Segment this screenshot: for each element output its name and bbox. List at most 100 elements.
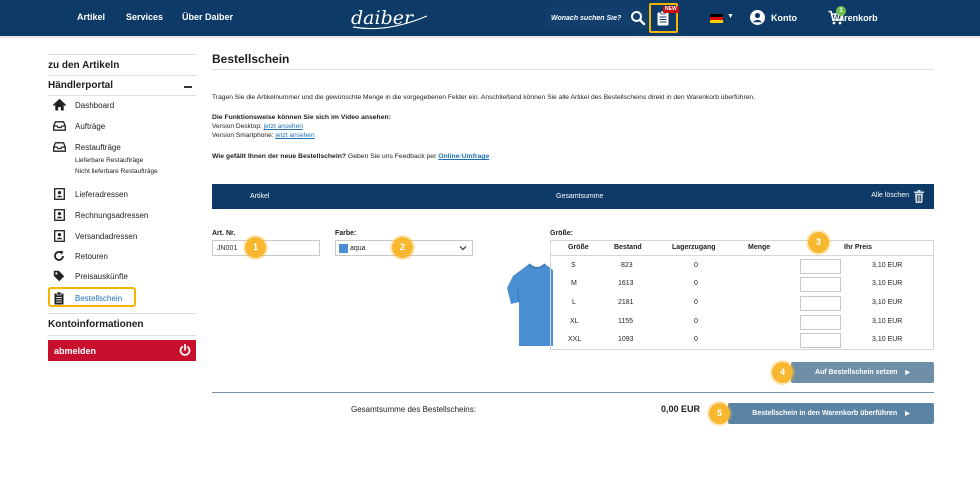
transfer-to-cart-button[interactable]: Bestellschein in den Warenkorb überführe… xyxy=(728,403,934,424)
header-total: Gesamtsumme xyxy=(556,193,604,200)
collapse-icon[interactable] xyxy=(184,86,192,88)
new-badge: NEW xyxy=(663,6,679,13)
search-box xyxy=(545,7,648,29)
size-table: Größe Bestand Lagerzugang Menge Ihr Prei… xyxy=(550,240,934,350)
col-size: Größe xyxy=(568,244,589,251)
step-badge-4: 4 xyxy=(772,362,793,383)
sidebar-item-auftraege[interactable]: Aufträge xyxy=(52,120,105,132)
step-badge-1: 1 xyxy=(245,237,266,258)
sidebar-divider xyxy=(48,313,196,314)
nav-services[interactable]: Services xyxy=(126,12,163,22)
return-icon xyxy=(54,250,64,261)
search-icon[interactable] xyxy=(630,10,646,26)
account-button[interactable]: Konto xyxy=(750,10,797,25)
step-badge-2: 2 xyxy=(392,237,413,258)
account-label: Konto xyxy=(771,12,797,23)
header-article: Artikel xyxy=(250,193,270,200)
video-phone-link[interactable]: jetzt ansehen xyxy=(275,132,314,139)
table-row: XXL 1093 0 3,10 EUR xyxy=(551,332,933,351)
sidebar-item-rechnungsadressen[interactable]: Rechnungsadressen xyxy=(52,209,148,221)
contact-card-icon xyxy=(53,188,65,200)
search-input[interactable] xyxy=(545,14,625,22)
german-flag-icon[interactable] xyxy=(710,14,723,23)
delete-all-button[interactable]: Alle löschen xyxy=(871,192,909,199)
intro-text: Tragen Sie die Artikelnummer und die gew… xyxy=(212,94,755,101)
video-heading: Die Funktionsweise können Sie sich im Vi… xyxy=(212,114,391,121)
table-row: S 823 0 3,10 EUR xyxy=(551,258,933,277)
user-icon xyxy=(750,10,765,25)
col-stock: Bestand xyxy=(614,244,642,251)
sidebar-divider xyxy=(48,335,196,336)
art-nr-input[interactable] xyxy=(212,240,320,256)
logout-label: abmelden xyxy=(54,345,97,356)
trash-icon[interactable] xyxy=(914,190,924,203)
top-navigation-bar: Artikel Services Über Daiber daiber NEW … xyxy=(0,0,980,36)
order-form-header-button[interactable]: NEW xyxy=(649,3,679,33)
sidebar-item-preisauskuenfte[interactable]: Preisauskünfte xyxy=(52,270,128,282)
arrow-right-icon: ▶ xyxy=(905,370,911,376)
sidebar-subitem-lieferbare[interactable]: Lieferbare Restaufträge xyxy=(75,157,143,164)
nav-artikel[interactable]: Artikel xyxy=(77,12,105,22)
back-to-articles-link[interactable]: zu den Artikeln xyxy=(48,54,196,76)
price-tag-icon xyxy=(53,270,65,282)
page-title: Bestellschein xyxy=(212,52,290,66)
table-row: L 2181 0 3,10 EUR xyxy=(551,295,933,314)
cart-label: Warenkorb xyxy=(831,12,878,23)
sidebar-subitem-nicht-lieferbare[interactable]: Nicht lieferbare Restaufträge xyxy=(75,168,158,175)
contact-card-icon xyxy=(53,230,65,242)
video-phone-line: Version Smartphone: jetzt ansehen xyxy=(212,132,315,139)
inbox-icon xyxy=(52,142,66,152)
power-icon xyxy=(179,344,191,356)
add-to-order-form-button[interactable]: Auf Bestellschein setzen ▶ xyxy=(791,362,934,383)
total-divider xyxy=(212,392,934,393)
inbox-icon xyxy=(52,121,66,131)
size-table-header: Größe Bestand Lagerzugang Menge Ihr Prei… xyxy=(551,241,933,256)
section-title: Händlerportal xyxy=(48,80,114,91)
daiber-logo[interactable]: daiber xyxy=(347,2,431,34)
step-badge-3: 3 xyxy=(808,232,829,253)
sidebar-item-versandadressen[interactable]: Versandadressen xyxy=(52,230,137,242)
art-nr-label: Art. Nr. xyxy=(212,230,236,237)
chevron-down-icon xyxy=(459,246,467,251)
account-info-section[interactable]: Kontoinformationen xyxy=(48,319,144,330)
home-icon xyxy=(52,99,66,111)
tshirt-product-image xyxy=(507,263,553,346)
sidebar-item-bestellschein[interactable]: Bestellschein xyxy=(52,291,122,304)
order-total-value: 0,00 EUR xyxy=(661,404,701,414)
title-divider xyxy=(212,69,934,70)
table-row: M 1613 0 3,10 EUR xyxy=(551,276,933,295)
color-swatch xyxy=(339,243,348,253)
quantity-input[interactable] xyxy=(800,296,841,311)
svg-text:daiber: daiber xyxy=(351,7,415,29)
sidebar-item-lieferadressen[interactable]: Lieferadressen xyxy=(52,188,128,200)
clipboard-icon xyxy=(657,11,669,26)
color-value: aqua xyxy=(350,244,366,252)
order-total-label: Gesamtsumme des Bestellscheins: xyxy=(351,405,476,414)
sidebar-item-retouren[interactable]: Retouren xyxy=(52,250,108,262)
video-desktop-link[interactable]: jetzt ansehen xyxy=(264,123,303,130)
color-label: Farbe: xyxy=(335,230,357,237)
col-incoming: Lagerzugang xyxy=(672,244,716,251)
sidebar-item-restauftraege[interactable]: Restaufträge xyxy=(52,141,121,153)
table-row: XL 1155 0 3,10 EUR xyxy=(551,314,933,333)
chevron-down-icon[interactable]: ▼ xyxy=(727,13,734,20)
order-table-header: Artikel Gesamtsumme Alle löschen xyxy=(212,184,934,209)
video-desktop-line: Version Desktop: jetzt ansehen xyxy=(212,123,303,130)
col-quantity: Menge xyxy=(748,244,771,251)
sidebar-item-dashboard[interactable]: Dashboard xyxy=(52,99,114,111)
logout-button[interactable]: abmelden xyxy=(48,340,196,361)
quantity-input[interactable] xyxy=(800,315,841,330)
cart-button[interactable]: 1 Warenkorb xyxy=(828,6,878,25)
step-badge-5: 5 xyxy=(709,403,730,424)
header-divider xyxy=(0,36,980,38)
arrow-right-icon: ▶ xyxy=(905,411,910,417)
quantity-input[interactable] xyxy=(800,277,841,292)
col-price: Ihr Preis xyxy=(844,244,873,251)
online-survey-link[interactable]: Online-Umfrage xyxy=(438,153,489,160)
haendlerportal-section[interactable]: Händlerportal xyxy=(48,78,196,96)
quantity-input[interactable] xyxy=(800,259,841,274)
quantity-input[interactable] xyxy=(800,333,841,348)
feedback-line: Wie gefällt Ihnen der neue Bestellschein… xyxy=(212,153,490,160)
nav-ueber-daiber[interactable]: Über Daiber xyxy=(182,12,233,22)
size-label: Größe: xyxy=(550,230,573,237)
